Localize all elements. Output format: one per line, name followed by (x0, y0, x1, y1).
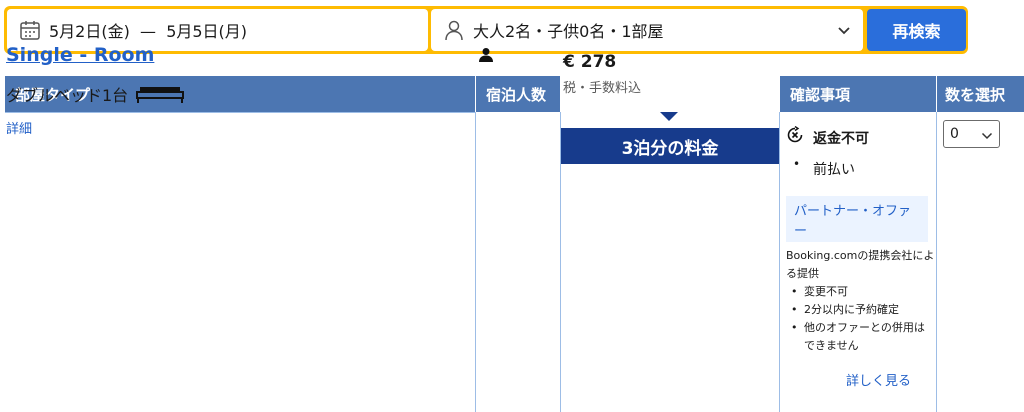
room-quantity-select[interactable]: 0 (943, 120, 1000, 148)
header-conditions: 確認事項 (780, 76, 936, 112)
calendar-icon (20, 21, 40, 40)
double-bed-icon (136, 87, 185, 103)
guest-selector[interactable]: 大人2名・子供0名・1部屋 (431, 9, 863, 51)
bullet-icon: • (793, 157, 801, 171)
price-header-pointer (660, 112, 678, 121)
column-divider (475, 112, 476, 412)
column-divider (779, 112, 780, 412)
row-divider (5, 112, 476, 113)
header-select: 数を選択 (937, 76, 1024, 112)
header-price: 3泊分の料金 (561, 128, 779, 164)
chevron-down-icon (838, 27, 850, 35)
select-value: 0 (950, 126, 959, 142)
search-button[interactable]: 再検索 (867, 9, 966, 51)
partner-offer-badge: パートナー・オファー (786, 196, 928, 242)
partner-description: Booking.comの提携会社による提供 (786, 249, 935, 280)
header-occupancy: 宿泊人数 (476, 76, 560, 112)
chevron-down-icon (981, 132, 993, 140)
date-range-text: 5月2日(金) — 5月5日(月) (49, 22, 248, 41)
more-info-link[interactable]: 詳しく見る (846, 370, 911, 389)
room-table: 部屋タイプ 宿泊人数 3泊分の料金 確認事項 数を選択 (5, 76, 1024, 412)
bed-label: ダブルベッド1台 (6, 86, 129, 105)
room-price: € 278 (563, 52, 617, 72)
person-outline-icon (445, 20, 463, 41)
list-item: 変更不可 (790, 283, 930, 301)
column-divider (560, 112, 561, 412)
details-link[interactable]: 詳細 (6, 118, 32, 137)
price-note: 税・手数料込 (563, 81, 642, 96)
partner-conditions-list: 変更不可 2分以内に予約確定 他のオファーとの併用はできません (790, 283, 930, 355)
cancellation-icon (786, 125, 804, 148)
column-divider (936, 112, 937, 412)
person-icon (479, 48, 493, 62)
payment-policy: 前払い (813, 162, 855, 178)
list-item: 他のオファーとの併用はできません (790, 319, 930, 355)
list-item: 2分以内に予約確定 (790, 301, 930, 319)
room-name-link[interactable]: Single - Room (6, 44, 154, 66)
cancellation-policy: 返金不可 (813, 131, 869, 147)
guest-text: 大人2名・子供0名・1部屋 (473, 22, 664, 41)
bed-info: ダブルベッド1台 (6, 82, 185, 106)
